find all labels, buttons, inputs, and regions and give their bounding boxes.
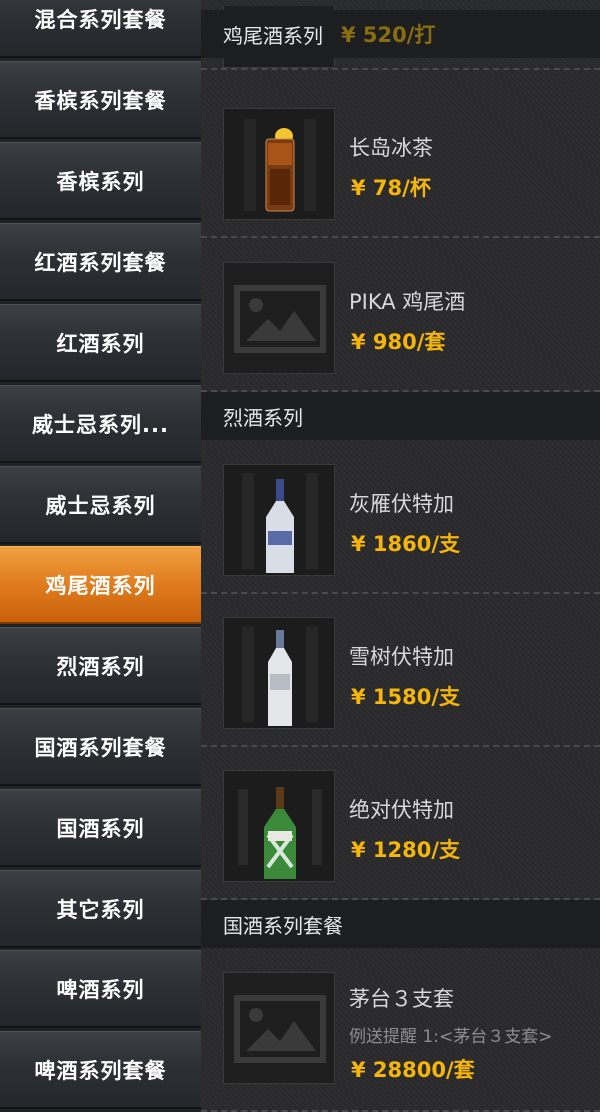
sidebar-item-label: 红酒系列 — [56, 331, 145, 356]
sidebar-item-whisky-package[interactable]: 威士忌系列... — [0, 385, 201, 463]
product-price: ¥ 28800/套 — [351, 1058, 475, 1082]
sidebar-item-label: 混合系列套餐 — [34, 7, 167, 32]
sidebar-item-label: 威士忌系列... — [32, 412, 169, 437]
sidebar-item-label: 香槟系列套餐 — [34, 88, 167, 113]
peek-price: ¥ 520/打 — [341, 23, 436, 47]
sidebar-item-label: 红酒系列套餐 — [34, 250, 167, 275]
section-title: 国酒系列套餐 — [223, 913, 343, 938]
long-island-iced-tea-image — [223, 108, 335, 220]
product-note: 例送提醒 1:<茅台３支套> — [349, 1027, 553, 1047]
menu-screen: 混合系列套餐 香槟系列套餐 香槟系列 红酒系列套餐 红酒系列 威士忌系列... … — [0, 0, 600, 1112]
product-name: 雪树伏特加 — [349, 645, 454, 669]
list-item[interactable]: 长岛冰茶 ¥ 78/杯 — [201, 84, 600, 238]
sidebar-item-whisky[interactable]: 威士忌系列 — [0, 466, 201, 544]
sidebar-item-red-wine[interactable]: 红酒系列 — [0, 304, 201, 382]
product-name: 灰雁伏特加 — [349, 492, 454, 516]
product-price: ¥ 1280/支 — [351, 838, 461, 862]
product-price: ¥ 980/套 — [351, 330, 446, 354]
category-sidebar: 混合系列套餐 香槟系列套餐 香槟系列 红酒系列套餐 红酒系列 威士忌系列... … — [0, 0, 201, 1112]
sidebar-item-others[interactable]: 其它系列 — [0, 870, 201, 948]
sidebar-item-cocktail[interactable]: 鸡尾酒系列 — [0, 546, 201, 624]
image-placeholder-icon — [223, 262, 335, 374]
list-item[interactable]: PIKA 鸡尾酒 ¥ 980/套 — [201, 238, 600, 392]
sidebar-item-national-liquor[interactable]: 国酒系列 — [0, 789, 201, 867]
product-list[interactable]: 鸡尾酒系列 ¥ 520/打 长岛冰茶 ¥ 78/杯 PIKA 鸡尾酒 ¥ 980… — [201, 0, 600, 1112]
section-header-sticky: 鸡尾酒系列 ¥ 520/打 — [201, 10, 600, 58]
product-name: 茅台３支套 — [349, 987, 454, 1011]
sidebar-item-beer[interactable]: 啤酒系列 — [0, 950, 201, 1028]
sidebar-item-label: 烈酒系列 — [56, 654, 145, 679]
green-bottle-image — [223, 770, 335, 882]
image-placeholder-icon — [223, 972, 335, 1084]
sidebar-item-beer-package[interactable]: 啤酒系列套餐 — [0, 1031, 201, 1109]
sidebar-item-champagne[interactable]: 香槟系列 — [0, 142, 201, 220]
sidebar-item-label: 国酒系列套餐 — [34, 735, 167, 760]
sidebar-item-label: 其它系列 — [56, 897, 145, 922]
sidebar-item-label: 威士忌系列 — [45, 493, 156, 518]
sidebar-item-label: 啤酒系列套餐 — [34, 1058, 167, 1083]
list-item[interactable]: 雪树伏特加 ¥ 1580/支 — [201, 593, 600, 747]
sidebar-item-label: 鸡尾酒系列 — [45, 573, 156, 598]
product-price: ¥ 78/杯 — [351, 176, 431, 200]
product-name: 绝对伏特加 — [349, 798, 454, 822]
list-item[interactable]: 绝对伏特加 ¥ 1280/支 — [201, 746, 600, 900]
sidebar-item-red-wine-package[interactable]: 红酒系列套餐 — [0, 223, 201, 301]
product-price: ¥ 1860/支 — [351, 532, 461, 556]
product-name: PIKA 鸡尾酒 — [349, 290, 466, 314]
belvedere-bottle-image — [223, 617, 335, 729]
section-title: 鸡尾酒系列 — [223, 23, 323, 48]
grey-goose-bottle-image — [223, 464, 335, 576]
sidebar-item-spirits[interactable]: 烈酒系列 — [0, 627, 201, 705]
list-item[interactable]: 茅台３支套 例送提醒 1:<茅台３支套> ¥ 28800/套 — [201, 948, 600, 1112]
section-header: 国酒系列套餐 — [201, 900, 600, 948]
sidebar-item-label: 啤酒系列 — [56, 977, 145, 1002]
list-item[interactable]: 灰雁伏特加 ¥ 1860/支 — [201, 440, 600, 594]
section-title: 烈酒系列 — [223, 405, 303, 430]
sidebar-item-national-liquor-package[interactable]: 国酒系列套餐 — [0, 708, 201, 786]
product-price: ¥ 1580/支 — [351, 685, 461, 709]
sidebar-item-label: 香槟系列 — [56, 169, 145, 194]
sidebar-item-champagne-package[interactable]: 香槟系列套餐 — [0, 61, 201, 139]
sidebar-item-label: 国酒系列 — [56, 816, 145, 841]
product-name: 长岛冰茶 — [349, 136, 433, 160]
section-header: 烈酒系列 — [201, 392, 600, 440]
sidebar-item-mixed-package[interactable]: 混合系列套餐 — [0, 0, 201, 58]
